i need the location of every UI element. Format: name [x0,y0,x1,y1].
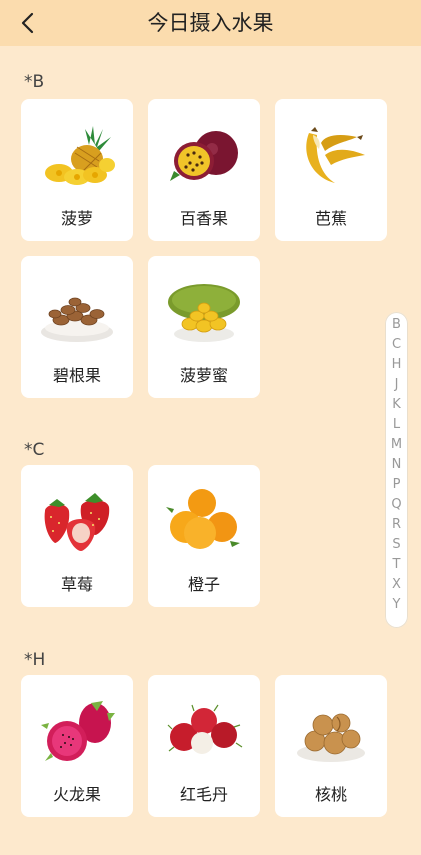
index-letter-j[interactable]: J [385,377,408,393]
fruit-label: 火龙果 [52,785,101,804]
walnut-icon [297,713,365,762]
index-letter-b[interactable]: B [385,317,408,333]
pineapple-icon [45,126,115,185]
dragon-fruit-icon [41,701,115,761]
fruit-label: 碧根果 [52,366,101,385]
fruit-label: 核桃 [314,785,347,804]
index-letter-t[interactable]: T [385,557,408,573]
section-header-b: *B [24,72,45,92]
index-letter-q[interactable]: Q [385,497,408,513]
fruit-card-walnut[interactable]: 核桃 [275,675,387,817]
index-letter-h[interactable]: H [385,357,408,373]
fruit-card-strawberry[interactable]: 草莓 [21,465,133,607]
index-letter-m[interactable]: M [385,437,408,453]
fruit-label: 百香果 [179,209,228,228]
fruit-card-banana[interactable]: 芭蕉 [275,99,387,241]
fruit-label: 红毛丹 [179,785,228,804]
index-letter-c[interactable]: C [385,337,408,353]
pecan-icon [41,297,113,342]
section-header-c: *C [24,440,45,460]
index-letter-s[interactable]: S [385,537,408,553]
top-app-bar: 今日摄入水果 [0,0,421,46]
page-title: 今日摄入水果 [147,11,274,35]
fruit-card-passion-fruit[interactable]: 百香果 [148,99,260,241]
index-letter-x[interactable]: X [385,577,408,593]
index-letter-y[interactable]: Y [385,597,408,613]
fruit-label: 菠萝 [60,209,93,228]
index-letter-n[interactable]: N [385,457,408,473]
index-letter-l[interactable]: L [385,417,408,433]
orange-icon [166,489,240,549]
section-header-h: *H [24,650,46,670]
fruit-card-pecan[interactable]: 碧根果 [21,256,133,398]
fruit-card-dragon-fruit[interactable]: 火龙果 [21,675,133,817]
passion-fruit-icon [170,131,238,181]
banana-icon [306,127,365,183]
jackfruit-icon [168,284,240,342]
strawberry-icon [44,493,110,551]
fruit-label: 草莓 [60,575,93,594]
fruit-card-orange[interactable]: 橙子 [148,465,260,607]
fruit-label: 菠萝蜜 [179,366,228,385]
fruit-label: 橙子 [187,575,220,594]
fruit-card-jackfruit[interactable]: 菠萝蜜 [148,256,260,398]
rambutan-icon [167,704,243,754]
index-letter-r[interactable]: R [385,517,408,533]
fruit-label: 芭蕉 [314,209,347,228]
alphabet-index-bar[interactable]: B C H J K L M N P Q R S T X Y [385,312,408,628]
fruit-card-rambutan[interactable]: 红毛丹 [148,675,260,817]
index-letter-p[interactable]: P [385,477,408,493]
fruit-card-pineapple[interactable]: 菠萝 [21,99,133,241]
index-letter-k[interactable]: K [385,397,408,413]
